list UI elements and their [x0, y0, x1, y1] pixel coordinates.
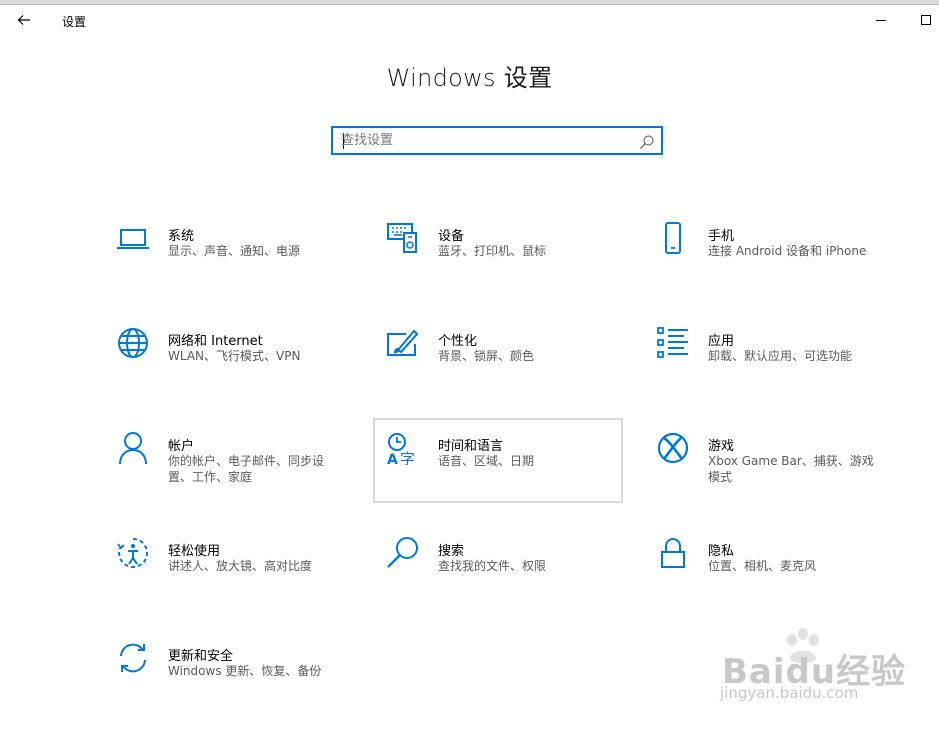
tile-description: 背景、锁屏、颜色 [438, 349, 535, 363]
tile-description: 卸载、默认应用、可选功能 [708, 349, 853, 363]
page-title: Windows 设置 [386, 64, 553, 92]
tile-description: 你的帐户、电子邮件、同步设置、工作、家庭 [168, 454, 325, 484]
ease-of-access-icon [116, 536, 150, 570]
tile-title: 应用 [708, 334, 735, 349]
tile-devices[interactable]: 设备 蓝牙、打印机、鼠标 [374, 210, 624, 294]
tile-description: 连接 Android 设备和 iPhone [708, 244, 867, 258]
back-button[interactable] [10, 8, 38, 32]
search-box[interactable] [331, 126, 663, 155]
tile-time-language[interactable]: A 字 时间和语言 语音、区域、日期 [373, 418, 623, 503]
minimize-icon [876, 20, 886, 21]
tile-accounts[interactable]: 帐户 你的帐户、电子邮件、同步设置、工作、家庭 [104, 420, 354, 504]
tile-gaming[interactable]: 游戏 Xbox Game Bar、捕获、游戏模式 [644, 420, 894, 504]
search-input[interactable] [341, 131, 631, 150]
tile-description: 语音、区域、日期 [438, 454, 535, 468]
xbox-icon [656, 431, 690, 465]
svg-text:字: 字 [400, 450, 415, 465]
arrow-left-icon [17, 15, 30, 25]
tile-system[interactable]: 系统 显示、声音、通知、电源 [104, 210, 354, 294]
tile-title: 更新和安全 [168, 649, 234, 664]
svg-text:A: A [387, 452, 398, 465]
lock-icon [656, 536, 690, 570]
tile-title: 轻松使用 [168, 544, 221, 559]
baidu-watermark: Baidu经验 jingyan.baidu.com [720, 628, 920, 718]
tile-search[interactable]: 搜索 查找我的文件、权限 [374, 525, 624, 609]
tile-description: 位置、相机、麦克风 [708, 559, 817, 573]
tile-title: 设备 [438, 229, 465, 244]
tile-title: 隐私 [708, 544, 735, 559]
tile-description: 讲述人、放大镜、高对比度 [168, 559, 313, 573]
tile-phone[interactable]: 手机 连接 Android 设备和 iPhone [644, 210, 894, 294]
phone-icon [656, 221, 690, 255]
tile-description: 显示、声音、通知、电源 [168, 244, 301, 258]
title-bar: 设置 [0, 5, 939, 35]
keyboard-devices-icon [386, 220, 420, 254]
tile-title: 搜索 [438, 544, 465, 559]
laptop-icon [116, 222, 150, 256]
time-language-icon: A 字 [386, 431, 420, 465]
tile-network[interactable]: 网络和 Internet WLAN、飞行模式、VPN [104, 315, 354, 399]
tile-description: 蓝牙、打印机、鼠标 [438, 244, 547, 258]
maximize-button[interactable] [911, 7, 939, 33]
person-icon [116, 431, 150, 465]
tile-title: 时间和语言 [438, 439, 504, 454]
tile-description: Xbox Game Bar、捕获、游戏模式 [708, 454, 874, 484]
tile-title: 帐户 [168, 439, 195, 454]
tile-apps[interactable]: 应用 卸载、默认应用、可选功能 [644, 315, 894, 399]
apps-list-icon [656, 326, 690, 360]
tile-title: 手机 [708, 229, 735, 244]
tile-title: 系统 [168, 229, 195, 244]
minimize-button[interactable] [866, 7, 896, 33]
tile-personalization[interactable]: 个性化 背景、锁屏、颜色 [374, 315, 624, 399]
globe-icon [116, 326, 150, 360]
search-icon[interactable] [639, 134, 655, 150]
paint-brush-icon [386, 326, 420, 360]
tile-privacy[interactable]: 隐私 位置、相机、麦克风 [644, 525, 894, 609]
sync-icon [116, 641, 150, 675]
tile-ease-of-access[interactable]: 轻松使用 讲述人、放大镜、高对比度 [104, 525, 354, 609]
tile-update-security[interactable]: 更新和安全 Windows 更新、恢复、备份 [104, 630, 354, 714]
watermark-url: jingyan.baidu.com [720, 684, 859, 702]
magnifier-icon [386, 536, 420, 570]
tile-title: 网络和 Internet [168, 334, 263, 349]
maximize-icon [921, 15, 931, 25]
tile-description: 查找我的文件、权限 [438, 559, 547, 573]
tile-title: 个性化 [438, 334, 478, 349]
app-title: 设置 [62, 15, 87, 29]
tile-title: 游戏 [708, 439, 735, 454]
tile-description: WLAN、飞行模式、VPN [168, 349, 301, 363]
tile-description: Windows 更新、恢复、备份 [168, 664, 322, 678]
